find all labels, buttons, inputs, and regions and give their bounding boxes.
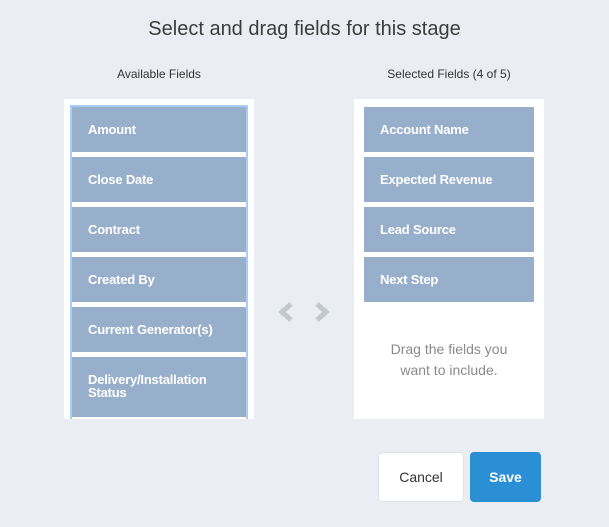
cancel-button[interactable]: Cancel	[378, 452, 464, 502]
available-field-item[interactable]: Close Date	[72, 157, 246, 202]
move-arrows	[276, 300, 334, 324]
selected-field-item[interactable]: Lead Source	[364, 207, 534, 252]
available-field-item[interactable]: Delivery/Installation Status	[72, 357, 246, 417]
available-field-item[interactable]: Current Generator(s)	[72, 307, 246, 352]
available-fields-panel: Amount Close Date Contract Created By Cu…	[64, 99, 254, 419]
available-field-item[interactable]: Created By	[72, 257, 246, 302]
drop-hint-line: Drag the fields you	[390, 341, 508, 357]
save-button[interactable]: Save	[470, 452, 541, 502]
selected-fields-panel: Account Name Expected Revenue Lead Sourc…	[354, 99, 544, 419]
drop-hint-line: want to include.	[400, 362, 498, 378]
available-field-item[interactable]: Contract	[72, 207, 246, 252]
selected-field-item[interactable]: Expected Revenue	[364, 157, 534, 202]
move-right-icon[interactable]	[312, 300, 332, 324]
dialog-title: Select and drag fields for this stage	[148, 18, 461, 40]
available-field-item[interactable]: Amount	[72, 107, 246, 152]
move-left-icon[interactable]	[276, 300, 296, 324]
available-fields-list[interactable]: Amount Close Date Contract Created By Cu…	[70, 105, 248, 419]
selected-field-item[interactable]: Next Step	[364, 257, 534, 302]
selected-fields-label: Selected Fields (4 of 5)	[387, 67, 511, 81]
drop-hint: Drag the fields you want to include.	[354, 339, 544, 381]
selected-field-item[interactable]: Account Name	[364, 107, 534, 152]
available-fields-label: Available Fields	[117, 67, 201, 81]
